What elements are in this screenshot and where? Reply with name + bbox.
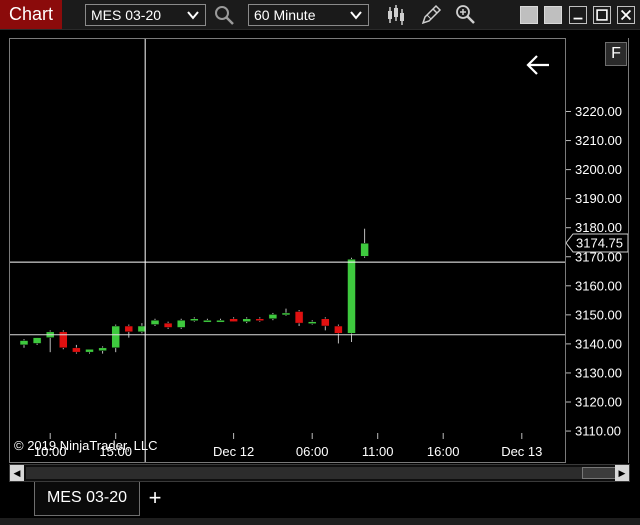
minimize-icon[interactable] [569, 6, 587, 24]
scroll-right-button[interactable]: ▶ [615, 465, 629, 481]
candle-up [85, 349, 94, 353]
candle-up [19, 340, 29, 346]
price-tick-label: 3200.00 [575, 162, 622, 177]
interval-selector[interactable]: 60 Minute [248, 4, 369, 26]
chevron-down-icon [187, 11, 199, 20]
price-tick-label: 3180.00 [575, 220, 622, 235]
horizontal-scrollbar[interactable]: ◀ ▶ [9, 464, 630, 482]
candle-down [229, 318, 238, 322]
time-tick-label: 16:00 [427, 444, 460, 459]
candle-down [334, 325, 343, 334]
candle-up [216, 319, 225, 323]
candle-up [203, 319, 212, 323]
window-option-button[interactable] [544, 6, 562, 24]
candle-up [98, 347, 107, 351]
chart-f-button[interactable]: F [605, 42, 627, 66]
copyright-text: © 2019 NinjaTrader, LLC [14, 438, 158, 453]
time-tick-label: Dec 12 [213, 444, 254, 459]
candle-up [111, 325, 120, 349]
price-tick-label: 3160.00 [575, 278, 622, 293]
time-tick-label: 11:00 [362, 444, 394, 459]
instrument-selector[interactable]: MES 03-20 [85, 4, 206, 26]
time-tick-label: 06:00 [296, 444, 329, 459]
candle-up [176, 319, 186, 328]
candle-down [321, 318, 330, 327]
chart-toolbar: Chart MES 03-20 60 Minute [0, 0, 640, 30]
arrow-left-icon[interactable] [525, 54, 551, 76]
price-tick-label: 3140.00 [575, 336, 622, 351]
price-tick-label: 3220.00 [575, 104, 622, 119]
interval-selector-value: 60 Minute [254, 7, 316, 23]
drawing-tool-icon[interactable] [419, 3, 443, 27]
window-title: Chart [0, 0, 62, 29]
candle-up [281, 312, 291, 316]
scroll-left-button[interactable]: ◀ [10, 465, 24, 481]
last-price-label: 3174.75 [576, 235, 623, 250]
candle-up [190, 318, 199, 322]
zoom-icon[interactable] [453, 3, 477, 27]
time-tick-label: Dec 13 [501, 444, 542, 459]
candle-up [150, 319, 160, 325]
bar-type-icon[interactable] [384, 3, 408, 27]
candle-down [124, 325, 134, 333]
price-tick-label: 3130.00 [575, 365, 622, 380]
chart-plot[interactable] [9, 38, 566, 463]
price-tick-label: 3210.00 [575, 133, 622, 148]
price-axis-labels: 3220.003210.003200.003190.003180.003170.… [565, 104, 629, 439]
price-axis[interactable]: 3220.00 3210.00 3200.00 3190.00 3180.00 3170.… [565, 38, 629, 463]
candle-up [307, 321, 317, 324]
candle-up [360, 242, 369, 257]
maximize-icon[interactable] [593, 6, 611, 24]
candle-down [163, 322, 173, 328]
price-tick-label: 3110.00 [575, 424, 621, 439]
tab-bar: MES 03-20 + [0, 482, 640, 525]
candle-down [72, 347, 81, 353]
candle-down [294, 311, 304, 324]
candle-up [32, 337, 42, 344]
scroll-track[interactable] [26, 467, 626, 479]
tab-strip [0, 518, 640, 525]
candlestick-chart [10, 39, 565, 462]
candle-down [255, 318, 265, 322]
search-icon[interactable] [212, 3, 236, 27]
price-tick-label: 3120.00 [575, 395, 622, 410]
add-tab-button[interactable]: + [141, 484, 169, 512]
candle-down [59, 331, 68, 349]
candle-up [268, 314, 278, 320]
price-tick-label: 3150.00 [575, 307, 622, 322]
chart-area[interactable]: 3220.00 3210.00 3200.00 3190.00 3180.00 3170.… [0, 30, 640, 464]
candle-up [242, 318, 251, 322]
close-icon[interactable] [617, 6, 635, 24]
instrument-selector-value: MES 03-20 [91, 7, 162, 23]
window-option-button[interactable] [520, 6, 538, 24]
price-tick-label: 3190.00 [575, 191, 622, 206]
tab-mes-03-20[interactable]: MES 03-20 [34, 482, 140, 516]
candle-up [347, 258, 356, 334]
chevron-down-icon [350, 11, 362, 20]
